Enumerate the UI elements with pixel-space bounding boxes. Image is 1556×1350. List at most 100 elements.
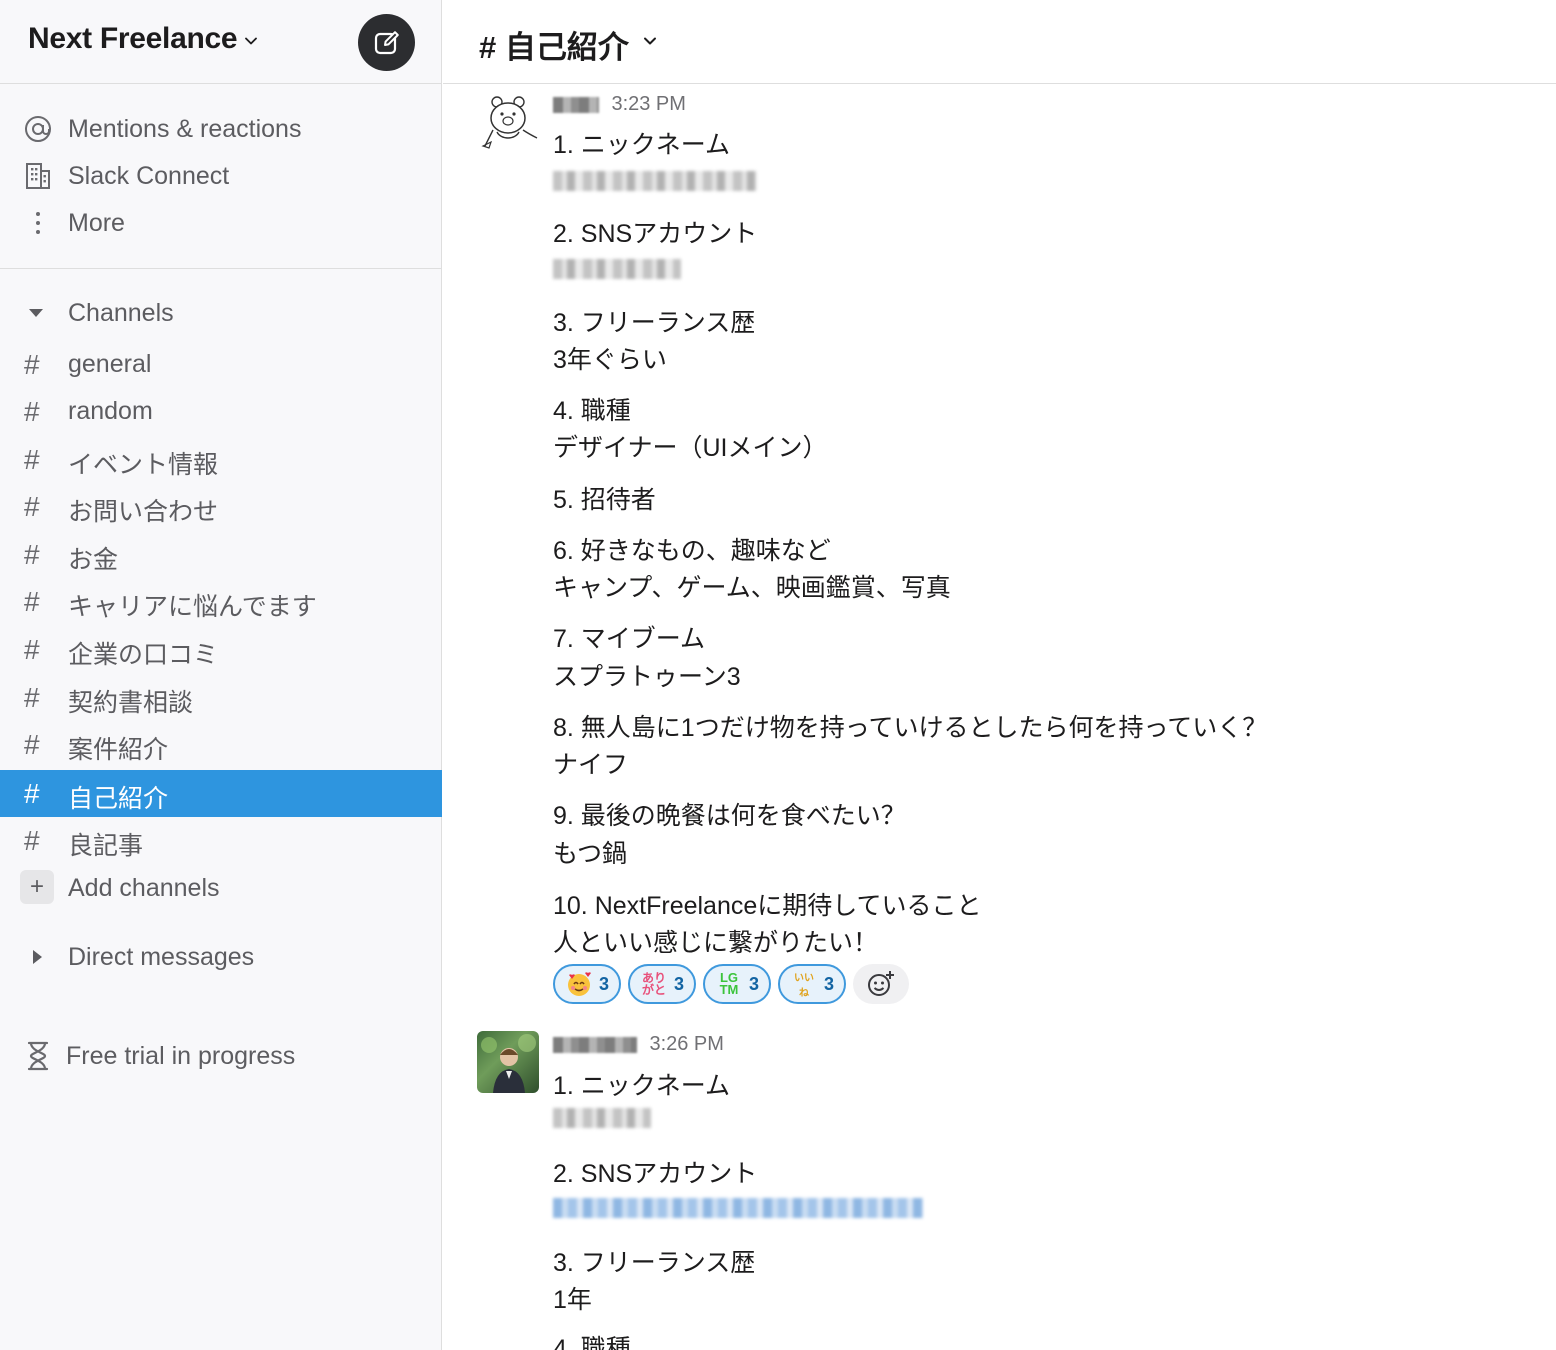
message-timestamp[interactable]: 3:23 PM bbox=[611, 93, 685, 115]
message-line: 8. 無人島に1つだけ物を持っていけるとしたら何を持っていく？ bbox=[553, 714, 1268, 742]
message-line: 4. 職種 bbox=[553, 397, 631, 425]
message-line: 人といい感じに繋がりたい！ bbox=[553, 929, 879, 957]
channel-label: お金 bbox=[68, 546, 119, 574]
channel-label: 自己紹介 bbox=[68, 785, 169, 813]
free-trial-label: Free trial in progress bbox=[66, 1042, 296, 1070]
message-line: 3年ぐらい bbox=[553, 346, 667, 374]
message-pane: # 自己紹介 3:23 PM 1. ニックネーム 2. SNSアカウント 3. … bbox=[443, 0, 1556, 1350]
channel-hash-icon: # bbox=[24, 825, 40, 856]
redacted-nickname bbox=[553, 171, 757, 191]
add-channels-button[interactable]: + Add channels bbox=[0, 865, 442, 912]
channel-label: 良記事 bbox=[68, 832, 144, 860]
message-line: 6. 好きなもの、趣味など bbox=[553, 537, 831, 565]
chevron-down-icon[interactable] bbox=[643, 34, 657, 48]
lgtm-stamp-icon: LG TM bbox=[719, 970, 739, 997]
reaction-count: 3 bbox=[748, 973, 759, 994]
reaction-arigato[interactable]: あり がと 3 bbox=[628, 964, 696, 1004]
plus-icon: + bbox=[20, 870, 54, 904]
author-name-redacted[interactable] bbox=[553, 96, 599, 113]
workspace-name[interactable]: Next Freelance bbox=[28, 22, 238, 56]
building-icon bbox=[22, 161, 54, 191]
sidebar-item-general[interactable]: # general bbox=[0, 341, 442, 388]
workspace-header[interactable]: Next Freelance bbox=[0, 0, 442, 84]
at-sign-icon bbox=[22, 114, 54, 144]
direct-messages-section-header[interactable]: Direct messages bbox=[0, 934, 442, 980]
reaction-count: 3 bbox=[673, 973, 684, 994]
channel-label: random bbox=[68, 397, 153, 425]
sidebar-item-random[interactable]: # random bbox=[0, 388, 442, 435]
channel-label: キャリアに悩んでます bbox=[68, 593, 317, 621]
channel-label: 契約書相談 bbox=[68, 689, 194, 717]
add-channels-label: Add channels bbox=[68, 874, 220, 902]
message-line: 5. 招待者 bbox=[553, 486, 656, 514]
channel-header: # 自己紹介 bbox=[443, 0, 1556, 84]
message-line: 7. マイブーム bbox=[553, 625, 706, 653]
message-line: 2. SNSアカウント bbox=[553, 220, 758, 248]
arigato-stamp-icon: あり がと bbox=[641, 971, 666, 997]
nav-slack-connect[interactable]: Slack Connect bbox=[0, 153, 442, 199]
message-timestamp[interactable]: 3:26 PM bbox=[649, 1033, 723, 1055]
reaction-smiling-face-with-hearts[interactable]: 3 bbox=[553, 964, 621, 1004]
vertical-ellipsis-icon bbox=[22, 208, 54, 238]
message-line: 1. ニックネーム bbox=[553, 1072, 731, 1100]
compose-icon bbox=[374, 30, 399, 54]
channel-label: 企業の口コミ bbox=[68, 641, 219, 669]
channel-title[interactable]: # 自己紹介 bbox=[479, 22, 629, 67]
sidebar-item-inquiries[interactable]: # お問い合わせ bbox=[0, 483, 442, 530]
message-line: ナイフ bbox=[553, 751, 629, 779]
message-line: キャンプ、ゲーム、映画鑑賞、写真 bbox=[553, 574, 951, 602]
channel-hash-icon: # bbox=[24, 586, 40, 617]
nav-label: More bbox=[68, 209, 125, 237]
message-line: 3. フリーランス歴 bbox=[553, 1249, 756, 1277]
channel-hash-icon: # bbox=[24, 396, 40, 427]
reaction-count: 3 bbox=[598, 973, 609, 994]
redacted-sns-link[interactable] bbox=[553, 1198, 923, 1218]
message-line: 1. ニックネーム bbox=[553, 131, 731, 159]
message-line: 2. SNSアカウント bbox=[553, 1160, 758, 1188]
nav-more[interactable]: More bbox=[0, 200, 442, 246]
nav-mentions-reactions[interactable]: Mentions & reactions bbox=[0, 106, 442, 152]
chevron-down-icon[interactable] bbox=[244, 34, 258, 48]
caret-down-icon[interactable] bbox=[28, 307, 44, 319]
sidebar-item-good-articles[interactable]: # 良記事 bbox=[0, 817, 442, 864]
message-meta: 3:26 PM bbox=[553, 1033, 724, 1056]
channel-label: general bbox=[68, 350, 152, 378]
add-reaction-button[interactable] bbox=[853, 964, 909, 1004]
message-line: もつ鍋 bbox=[553, 840, 628, 868]
reaction-lgtm[interactable]: LG TM 3 bbox=[703, 964, 771, 1004]
message-line: デザイナー（UIメイン） bbox=[553, 434, 828, 462]
message-line: 10. NextFreelanceに期待していること bbox=[553, 892, 982, 920]
hourglass-icon bbox=[22, 1041, 54, 1071]
channel-label: お問い合わせ bbox=[68, 498, 219, 526]
message-line: 3. フリーランス歴 bbox=[553, 309, 756, 337]
sidebar-item-self-intro[interactable]: # 自己紹介 bbox=[0, 770, 442, 817]
nav-label: Slack Connect bbox=[68, 162, 230, 190]
sidebar-item-event-info[interactable]: # イベント情報 bbox=[0, 436, 442, 483]
add-emoji-icon bbox=[868, 971, 894, 996]
channel-label: 案件紹介 bbox=[68, 736, 169, 764]
reaction-count: 3 bbox=[823, 973, 834, 994]
author-name-redacted[interactable] bbox=[553, 1036, 637, 1053]
sidebar-item-company-reviews[interactable]: # 企業の口コミ bbox=[0, 626, 442, 673]
sidebar-item-jobs[interactable]: # 案件紹介 bbox=[0, 721, 442, 768]
bear-avatar-icon bbox=[481, 96, 538, 149]
redacted-nickname bbox=[553, 1108, 651, 1128]
caret-right-icon[interactable] bbox=[30, 949, 46, 965]
channel-hash-icon: # bbox=[24, 349, 40, 380]
avatar[interactable] bbox=[477, 92, 539, 154]
message-line: 4. 職種 bbox=[553, 1335, 631, 1350]
sidebar-item-money[interactable]: # お金 bbox=[0, 531, 442, 578]
message-line: 1年 bbox=[553, 1286, 592, 1314]
sidebar-divider bbox=[0, 268, 442, 269]
sidebar-item-contracts[interactable]: # 契約書相談 bbox=[0, 674, 442, 721]
free-trial-status[interactable]: Free trial in progress bbox=[0, 1033, 442, 1079]
channel-hash-icon: # bbox=[24, 778, 40, 809]
channel-hash-icon: # bbox=[24, 682, 40, 713]
direct-messages-label: Direct messages bbox=[68, 943, 255, 971]
reaction-iine[interactable]: いいね 3 bbox=[778, 964, 846, 1004]
channels-section-header[interactable]: Channels bbox=[0, 290, 442, 336]
compose-button[interactable] bbox=[358, 14, 415, 71]
avatar[interactable] bbox=[477, 1031, 539, 1093]
sidebar-item-career[interactable]: # キャリアに悩んでます bbox=[0, 578, 442, 625]
message-line: 9. 最後の晩餐は何を食べたい？ bbox=[553, 802, 906, 830]
